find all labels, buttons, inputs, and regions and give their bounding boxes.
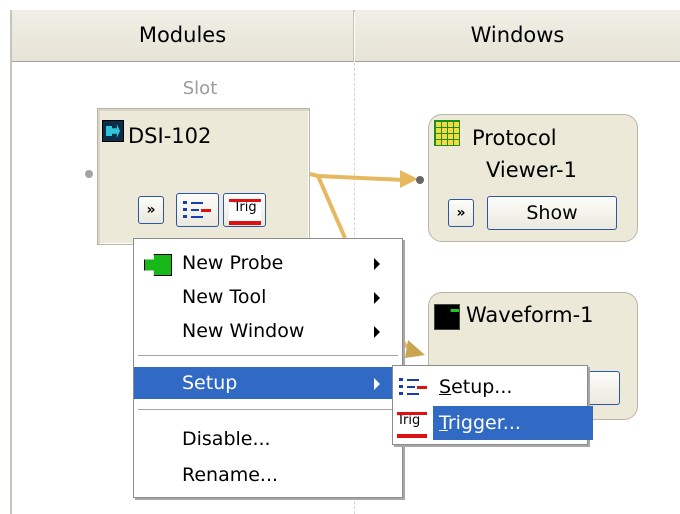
trigger-icon: Trig bbox=[397, 410, 429, 438]
setup-submenu: Setup... Trig Trigger... bbox=[392, 365, 593, 445]
windows-column-header[interactable]: Windows bbox=[355, 10, 680, 62]
module-setup-button[interactable] bbox=[176, 193, 219, 227]
submenu-arrow-icon bbox=[374, 292, 380, 304]
module-input-dot bbox=[85, 170, 93, 178]
module-context-menu: New Probe New Tool New Window Setup Disa… bbox=[133, 238, 403, 498]
submenu-item-setup[interactable]: Setup... bbox=[393, 370, 587, 404]
slot-label: Slot bbox=[182, 78, 218, 99]
submenu-arrow-icon bbox=[374, 378, 380, 390]
module-expand-button[interactable]: » bbox=[138, 196, 164, 224]
protocol-viewer-expand-button[interactable]: » bbox=[448, 199, 474, 227]
submenu-arrow-icon bbox=[374, 326, 380, 338]
module-title: DSI-102 bbox=[128, 124, 212, 148]
trigger-icon: Trig bbox=[229, 199, 261, 225]
waveform-title: Waveform-1 bbox=[466, 303, 594, 327]
module-device-icon bbox=[102, 120, 124, 142]
chevron-down-icon: » bbox=[456, 205, 466, 221]
protocol-grid-icon bbox=[434, 120, 460, 146]
probe-icon bbox=[144, 254, 172, 276]
waveform-icon bbox=[434, 304, 460, 330]
menu-item-new-tool[interactable]: New Tool bbox=[134, 281, 402, 313]
menu-separator bbox=[138, 409, 398, 411]
submenu-arrow-icon bbox=[374, 258, 380, 270]
submenu-item-trigger[interactable]: Trig Trigger... bbox=[393, 406, 593, 440]
chevron-down-icon: » bbox=[146, 202, 156, 218]
menu-separator bbox=[138, 355, 398, 357]
protocol-viewer-title-line1: Protocol bbox=[472, 126, 557, 150]
setup-list-icon bbox=[183, 200, 211, 220]
module-trigger-button[interactable]: Trig bbox=[223, 193, 266, 227]
protocol-viewer-show-button[interactable]: Show bbox=[487, 196, 617, 230]
menu-item-new-probe[interactable]: New Probe bbox=[134, 247, 402, 279]
setup-list-icon bbox=[397, 374, 429, 400]
menu-item-setup[interactable]: Setup bbox=[134, 367, 402, 399]
menu-item-disable[interactable]: Disable... bbox=[134, 423, 402, 455]
menu-item-new-window[interactable]: New Window bbox=[134, 315, 402, 347]
menu-item-rename[interactable]: Rename... bbox=[134, 459, 402, 491]
protocol-viewer-title-line2: Viewer-1 bbox=[486, 158, 577, 182]
modules-column-header[interactable]: Modules bbox=[12, 10, 354, 62]
